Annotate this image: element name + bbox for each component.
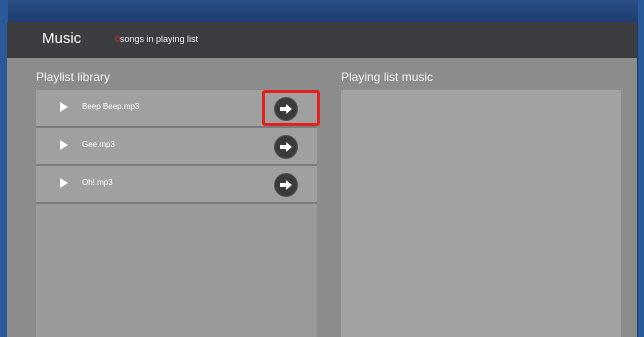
titlebar: Music 0songs in playing list bbox=[7, 22, 637, 58]
highlight-box bbox=[262, 90, 320, 126]
song-count-label: 0songs in playing list bbox=[115, 34, 198, 44]
background-right bbox=[638, 0, 644, 337]
background-top bbox=[0, 0, 644, 22]
add-to-playing-button[interactable] bbox=[274, 173, 298, 197]
playing-list-panel bbox=[341, 90, 621, 337]
song-name: Beep Beep.mp3 bbox=[82, 102, 140, 111]
playlist-library-title: Playlist library bbox=[36, 70, 111, 84]
song-row-oh[interactable]: Oh!.mp3 bbox=[36, 166, 317, 204]
play-icon[interactable] bbox=[60, 140, 68, 150]
song-count-suffix: songs in playing list bbox=[120, 34, 199, 44]
song-name: Gee.mp3 bbox=[82, 140, 115, 149]
playing-list-title: Playing list music bbox=[341, 70, 434, 84]
song-name: Oh!.mp3 bbox=[82, 178, 113, 187]
arrow-right-icon bbox=[280, 142, 292, 152]
music-window: Music 0songs in playing list Playlist li… bbox=[7, 22, 637, 337]
play-icon[interactable] bbox=[60, 178, 68, 188]
add-to-playing-button[interactable] bbox=[274, 135, 298, 159]
play-icon[interactable] bbox=[60, 102, 68, 112]
app-title: Music bbox=[42, 30, 82, 47]
arrow-right-icon bbox=[280, 180, 292, 190]
playlist-library-panel: Beep Beep.mp3 Gee.mp3 Oh!.mp3 bbox=[36, 90, 320, 337]
song-row-beep-beep[interactable]: Beep Beep.mp3 bbox=[36, 90, 320, 128]
song-row-gee[interactable]: Gee.mp3 bbox=[36, 128, 317, 166]
